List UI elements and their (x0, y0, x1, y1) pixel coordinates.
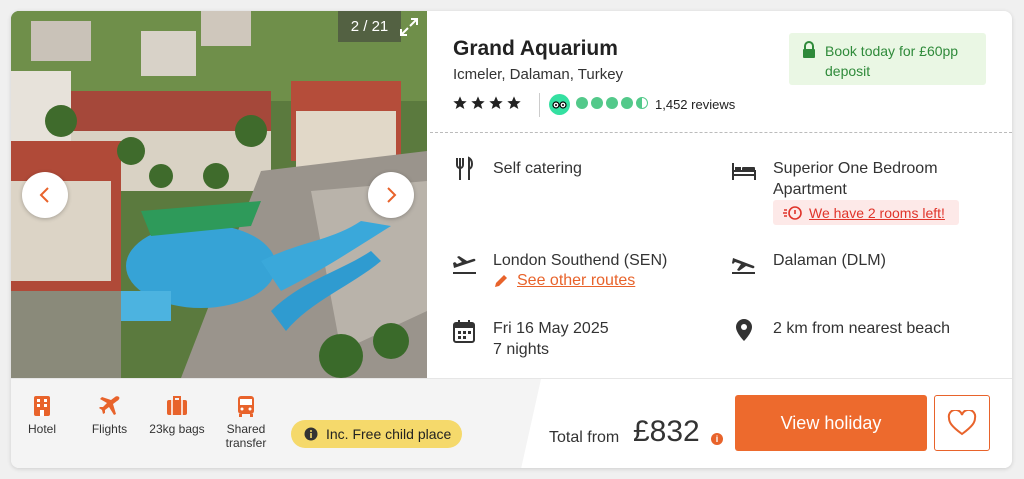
hotel-icon (34, 396, 50, 416)
hotel-name[interactable]: Grand Aquarium (453, 37, 618, 61)
arrival-airport: Dalaman (DLM) (773, 252, 886, 269)
plane-icon (98, 396, 119, 415)
see-other-routes-text: See other routes (517, 272, 636, 289)
info-icon (304, 427, 318, 441)
star-rating (452, 95, 522, 111)
luggage-icon (167, 396, 187, 415)
inclusion-label: Hotel (27, 422, 56, 436)
rooms-left-badge: We have 2 rooms left! (773, 200, 959, 225)
deposit-text: Book today for £60pp deposit (825, 41, 958, 81)
tripadvisor-rating (576, 97, 648, 109)
departure-plane-icon (453, 256, 476, 274)
pencil-icon (495, 275, 507, 287)
favourite-button[interactable] (934, 395, 990, 451)
previous-photo-button[interactable] (22, 172, 68, 218)
star-icon (507, 96, 521, 109)
chevron-left-icon (39, 187, 49, 203)
bed-icon (732, 163, 756, 180)
cutlery-icon (456, 156, 473, 180)
free-child-place-badge: Inc. Free child place (291, 420, 462, 448)
card-footer: Hotel Flights 23kg bags Shared transfer … (11, 378, 1012, 468)
next-photo-button[interactable] (368, 172, 414, 218)
inclusion-label-line1: Shared (226, 422, 266, 436)
free-child-place-text: Inc. Free child place (326, 426, 452, 442)
hotel-photo-image (11, 11, 427, 378)
arrival-plane-icon (732, 258, 755, 274)
inclusion-bags: 23kg bags (145, 395, 209, 436)
rating-divider (539, 93, 540, 117)
deposit-text-line1: Book today for £60pp (825, 43, 959, 59)
rooms-left-text: We have 2 rooms left! (809, 204, 945, 221)
board-basis: Self catering (493, 160, 582, 177)
rating-bubble (606, 97, 618, 109)
holiday-card: 2 / 21 Grand Aquarium Icmeler, Dalaman, … (11, 11, 1012, 468)
beach-distance: 2 km from nearest beach (773, 320, 950, 337)
total-label: Total from (549, 429, 620, 446)
inclusion-label: Shared transfer (221, 422, 271, 450)
inclusion-label: 23kg bags (149, 422, 205, 436)
bus-icon (238, 396, 254, 417)
room-type-line1: Superior One Bedroom (773, 160, 938, 177)
price-info-icon[interactable]: i (711, 433, 723, 445)
room-type: Superior One Bedroom Apartment (773, 158, 938, 200)
total-price: £832 (633, 415, 700, 448)
lock-icon (803, 41, 815, 58)
expand-icon[interactable] (399, 17, 419, 37)
star-icon (471, 96, 485, 109)
review-count[interactable]: 1,452 reviews (655, 97, 735, 112)
inclusion-transfer: Shared transfer (221, 395, 271, 450)
view-holiday-button[interactable]: View holiday (735, 395, 927, 451)
heart-icon (947, 410, 977, 436)
header-divider (430, 132, 1012, 133)
rating-bubble (621, 97, 633, 109)
see-other-routes-link[interactable]: See other routes (493, 272, 635, 290)
deposit-text-line2: deposit (825, 63, 871, 79)
photo-counter: 2 / 21 (338, 11, 401, 42)
inclusion-flights: Flights (87, 395, 132, 436)
hotel-location: Icmeler, Dalaman, Turkey (453, 66, 624, 83)
location-pin-icon (736, 319, 752, 341)
calendar-icon (453, 320, 475, 343)
departure-date: Fri 16 May 2025 (493, 320, 609, 337)
inclusion-label-line2: transfer (225, 436, 267, 450)
departure-airport: London Southend (SEN) (493, 252, 668, 269)
rating-bubble-half (636, 97, 648, 109)
star-icon (453, 96, 467, 109)
star-icon (489, 96, 503, 109)
hotel-photo[interactable]: 2 / 21 (11, 11, 427, 378)
duration: 7 nights (493, 341, 550, 358)
inclusion-hotel: Hotel (25, 395, 59, 436)
deposit-banner: Book today for £60pp deposit (789, 33, 986, 85)
room-type-line2: Apartment (773, 181, 847, 198)
chevron-right-icon (387, 187, 397, 203)
clock-alert-icon (783, 205, 802, 220)
rating-bubble (576, 97, 588, 109)
tripadvisor-icon (549, 94, 570, 115)
inclusion-label: Flights (91, 422, 128, 436)
travel-dates: Fri 16 May 2025 7 nights (493, 318, 609, 360)
rating-bubble (591, 97, 603, 109)
